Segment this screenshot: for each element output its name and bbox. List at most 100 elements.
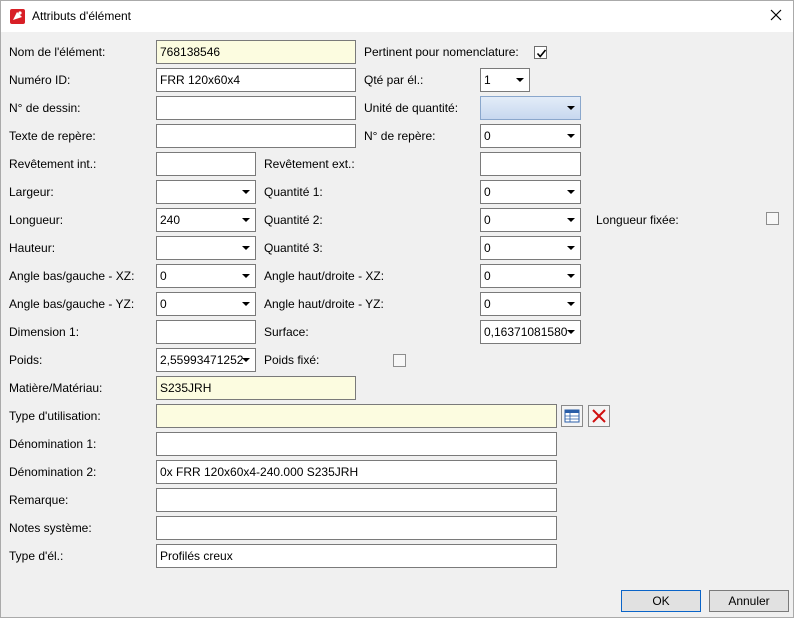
longueur-fixee-checkbox[interactable] <box>766 212 779 225</box>
label-surface: Surface: <box>264 325 309 339</box>
chevron-down-icon <box>567 246 575 250</box>
cancel-button[interactable]: Annuler <box>709 590 789 612</box>
ok-button[interactable]: OK <box>621 590 701 612</box>
quantite3-combo[interactable]: 0 <box>480 236 581 260</box>
label-angle-bg-yz: Angle bas/gauche - YZ: <box>9 297 135 311</box>
qte-par-el-value: 1 <box>484 73 491 87</box>
label-matiere: Matière/Matériau: <box>9 381 103 395</box>
quantite1-value: 0 <box>484 185 491 199</box>
table-select-button[interactable] <box>561 405 583 427</box>
label-angle-hd-xz: Angle haut/droite - XZ: <box>264 269 385 283</box>
chevron-down-icon <box>567 106 575 110</box>
quantite2-value: 0 <box>484 213 491 227</box>
matiere-field[interactable]: S235JRH <box>156 376 356 400</box>
poids-value: 2,55993471252 <box>160 353 244 367</box>
title-bar: Attributs d'élément <box>1 1 793 32</box>
chevron-down-icon <box>242 246 250 250</box>
angle-bg-yz-value: 0 <box>160 297 167 311</box>
chevron-down-icon <box>567 190 575 194</box>
angle-bg-yz-combo[interactable]: 0 <box>156 292 256 316</box>
angle-hd-yz-combo[interactable]: 0 <box>480 292 581 316</box>
revetement-ext-field[interactable] <box>480 152 581 176</box>
label-largeur: Largeur: <box>9 185 54 199</box>
chevron-down-icon <box>567 330 575 334</box>
surface-value: 0,16371081580 <box>484 325 568 339</box>
angle-hd-yz-value: 0 <box>484 297 491 311</box>
longueur-combo[interactable]: 240 <box>156 208 256 232</box>
label-type-utilisation: Type d'utilisation: <box>9 409 101 423</box>
type-element-field[interactable]: Profilés creux <box>156 544 557 568</box>
label-hauteur: Hauteur: <box>9 241 56 255</box>
num-repere-value: 0 <box>484 129 491 143</box>
label-num-repere: N° de repère: <box>364 129 436 143</box>
label-revetement-ext: Revêtement ext.: <box>264 157 355 171</box>
hauteur-combo[interactable] <box>156 236 256 260</box>
angle-hd-xz-combo[interactable]: 0 <box>480 264 581 288</box>
notes-systeme-field[interactable] <box>156 516 557 540</box>
dessin-field[interactable] <box>156 96 356 120</box>
label-dessin: N° de dessin: <box>9 101 81 115</box>
label-denomination2: Dénomination 2: <box>9 465 97 479</box>
qte-par-el-combo[interactable]: 1 <box>480 68 530 92</box>
chevron-down-icon <box>242 358 250 362</box>
quantite2-combo[interactable]: 0 <box>480 208 581 232</box>
chevron-down-icon <box>242 302 250 306</box>
surface-combo[interactable]: 0,16371081580 <box>480 320 581 344</box>
label-revetement-int: Revêtement int.: <box>9 157 97 171</box>
chevron-down-icon <box>567 302 575 306</box>
numero-id-field[interactable]: FRR 120x60x4 <box>156 68 356 92</box>
label-angle-hd-yz: Angle haut/droite - YZ: <box>264 297 384 311</box>
checkmark-icon <box>536 49 547 58</box>
dimension1-field[interactable] <box>156 320 256 344</box>
quantite1-combo[interactable]: 0 <box>480 180 581 204</box>
label-poids-fixe: Poids fixé: <box>264 353 320 367</box>
type-utilisation-field[interactable] <box>156 404 557 428</box>
label-angle-bg-xz: Angle bas/gauche - XZ: <box>9 269 135 283</box>
label-quantite2: Quantité 2: <box>264 213 323 227</box>
poids-fixe-checkbox[interactable] <box>393 354 406 367</box>
chevron-down-icon <box>567 134 575 138</box>
nom-element-field[interactable]: 768138546 <box>156 40 356 64</box>
delete-x-icon <box>592 409 606 423</box>
num-repere-combo[interactable]: 0 <box>480 124 581 148</box>
quantite3-value: 0 <box>484 241 491 255</box>
label-longueur-fixee: Longueur fixée: <box>596 213 679 227</box>
revetement-int-field[interactable] <box>156 152 256 176</box>
label-nom-element: Nom de l'élément: <box>9 45 106 59</box>
unite-quantite-combo[interactable] <box>480 96 581 120</box>
largeur-combo[interactable] <box>156 180 256 204</box>
dialog-window: Attributs d'élément Nom de l'élément: 76… <box>0 0 794 618</box>
denomination2-field[interactable]: 0x FRR 120x60x4-240.000 S235JRH <box>156 460 557 484</box>
label-pertinent-nomenclature: Pertinent pour nomenclature: <box>364 45 519 59</box>
label-type-element: Type d'él.: <box>9 549 64 563</box>
label-quantite3: Quantité 3: <box>264 241 323 255</box>
delete-button[interactable] <box>588 405 610 427</box>
label-longueur: Longueur: <box>9 213 64 227</box>
chevron-down-icon <box>242 218 250 222</box>
denomination1-field[interactable] <box>156 432 557 456</box>
angle-bg-xz-value: 0 <box>160 269 167 283</box>
chevron-down-icon <box>242 190 250 194</box>
label-poids: Poids: <box>9 353 43 367</box>
pertinent-nomenclature-checkbox[interactable] <box>534 46 547 59</box>
label-quantite1: Quantité 1: <box>264 185 323 199</box>
label-denomination1: Dénomination 1: <box>9 437 97 451</box>
remarque-field[interactable] <box>156 488 557 512</box>
chevron-down-icon <box>516 78 524 82</box>
chevron-down-icon <box>567 274 575 278</box>
chevron-down-icon <box>567 218 575 222</box>
texte-repere-field[interactable] <box>156 124 356 148</box>
label-notes-systeme: Notes système: <box>9 521 92 535</box>
label-remarque: Remarque: <box>9 493 69 507</box>
poids-combo[interactable]: 2,55993471252 <box>156 348 256 372</box>
chevron-down-icon <box>242 274 250 278</box>
longueur-value: 240 <box>160 213 181 227</box>
close-icon[interactable] <box>763 5 789 27</box>
angle-bg-xz-combo[interactable]: 0 <box>156 264 256 288</box>
label-unite-quantite: Unité de quantité: <box>364 101 459 115</box>
table-select-icon <box>564 409 580 423</box>
label-qte-par-el: Qté par él.: <box>364 73 424 87</box>
label-texte-repere: Texte de repère: <box>9 129 96 143</box>
window-title: Attributs d'élément <box>32 9 132 23</box>
label-dimension1: Dimension 1: <box>9 325 80 339</box>
